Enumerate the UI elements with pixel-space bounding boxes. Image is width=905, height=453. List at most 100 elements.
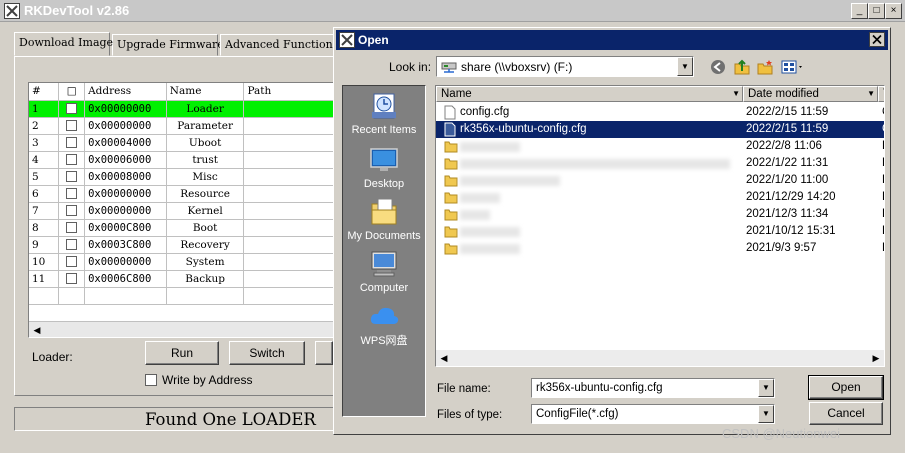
- place-computer[interactable]: Computer: [343, 248, 425, 294]
- write-by-address-checkbox[interactable]: Write by Address: [145, 373, 252, 387]
- row-path[interactable]: [243, 100, 337, 118]
- table-row[interactable]: 5 0x00008000 Misc: [29, 168, 337, 186]
- row-checkbox[interactable]: [66, 103, 78, 114]
- row-checkbox[interactable]: [66, 205, 78, 216]
- col-header-type[interactable]: T: [878, 86, 884, 102]
- chevron-down-icon[interactable]: ▼: [677, 57, 693, 76]
- row-checkbox[interactable]: [66, 239, 78, 250]
- table-row[interactable]: 3 0x00004000 Uboot: [29, 134, 337, 152]
- new-folder-icon[interactable]: [756, 58, 774, 76]
- folder-item[interactable]: 2022/1/22 11:31 F: [436, 155, 884, 172]
- table-row[interactable]: 1 0x00000000 Loader: [29, 100, 337, 118]
- cancel-button[interactable]: Cancel: [809, 402, 883, 425]
- look-in-dropdown[interactable]: share (\\vboxsrv) (F:) ▼: [436, 56, 694, 77]
- row-path[interactable]: [243, 134, 337, 152]
- col-header-path[interactable]: Path: [243, 83, 337, 101]
- row-checkbox[interactable]: [66, 222, 78, 233]
- row-checkbox[interactable]: [66, 273, 78, 284]
- table-row[interactable]: 9 0x0003C800 Recovery: [29, 236, 337, 254]
- col-header-name[interactable]: Name: [166, 83, 245, 101]
- row-address[interactable]: 0x00000000: [84, 185, 167, 203]
- row-path[interactable]: [243, 270, 337, 288]
- row-path[interactable]: [243, 151, 337, 169]
- tab-advanced-function[interactable]: Advanced Function: [220, 34, 336, 56]
- row-address[interactable]: 0x00000000: [84, 202, 167, 220]
- main-titlebar[interactable]: RKDevTool v2.86 _ □ ×: [0, 0, 905, 22]
- partial-hidden-button[interactable]: [315, 341, 333, 365]
- row-checkbox-cell[interactable]: [58, 253, 86, 271]
- file-list[interactable]: Name ▼ Date modified ▼ T config.cfg 2022/…: [435, 85, 885, 367]
- place-recent-items[interactable]: Recent Items: [343, 90, 425, 136]
- folder-item[interactable]: 2021/10/12 15:31 F: [436, 223, 884, 240]
- col-header-date[interactable]: Date modified ▼: [743, 86, 878, 102]
- row-address[interactable]: 0x00004000: [84, 134, 167, 152]
- col-header-check[interactable]: □: [58, 83, 86, 101]
- file-item[interactable]: config.cfg 2022/2/15 11:59 C: [436, 104, 884, 121]
- place-my-documents[interactable]: My Documents: [343, 196, 425, 242]
- table-row[interactable]: 6 0x00000000 Resource: [29, 185, 337, 203]
- file-name-input[interactable]: rk356x-ubuntu-config.cfg ▼: [531, 378, 775, 398]
- switch-button[interactable]: Switch: [229, 341, 305, 365]
- grid-horizontal-scrollbar[interactable]: ◀: [29, 321, 337, 337]
- row-checkbox-cell[interactable]: [58, 151, 86, 169]
- row-checkbox-cell[interactable]: [58, 134, 86, 152]
- table-row[interactable]: 2 0x00000000 Parameter: [29, 117, 337, 135]
- row-checkbox-cell[interactable]: [58, 219, 86, 237]
- row-checkbox-cell[interactable]: [58, 100, 86, 118]
- table-row[interactable]: 11 0x0006C800 Backup: [29, 270, 337, 288]
- row-checkbox-cell[interactable]: [58, 270, 86, 288]
- row-checkbox[interactable]: [66, 171, 78, 182]
- row-path[interactable]: [243, 185, 337, 203]
- row-address[interactable]: 0x0003C800: [84, 236, 167, 254]
- row-address[interactable]: 0x00000000: [84, 253, 167, 271]
- file-list-horizontal-scrollbar[interactable]: ◀ ▶: [436, 350, 884, 366]
- view-menu-icon[interactable]: [781, 58, 805, 76]
- tab-download-image[interactable]: Download Image: [14, 32, 113, 56]
- write-by-address-box[interactable]: [145, 374, 157, 386]
- scroll-right-icon[interactable]: ▶: [870, 352, 882, 364]
- col-header-name[interactable]: Name ▼: [436, 86, 743, 102]
- folder-item[interactable]: 2022/2/8 11:06 F: [436, 138, 884, 155]
- row-path[interactable]: [243, 117, 337, 135]
- row-checkbox-cell[interactable]: [58, 185, 86, 203]
- row-checkbox[interactable]: [66, 188, 78, 199]
- row-checkbox-cell[interactable]: [58, 202, 86, 220]
- folder-item[interactable]: 2021/9/3 9:57 F: [436, 240, 884, 257]
- row-address[interactable]: 0x00000000: [84, 117, 167, 135]
- col-header-address[interactable]: Address: [84, 83, 167, 101]
- row-address[interactable]: 0x0000C800: [84, 219, 167, 237]
- row-address[interactable]: 0x00006000: [84, 151, 167, 169]
- table-row[interactable]: 10 0x00000000 System: [29, 253, 337, 271]
- dialog-titlebar[interactable]: Open: [336, 30, 888, 50]
- row-address[interactable]: 0x0006C800: [84, 270, 167, 288]
- minimize-button[interactable]: _: [851, 3, 868, 19]
- close-icon[interactable]: [869, 32, 885, 47]
- folder-item[interactable]: 2021/12/3 11:34 F: [436, 206, 884, 223]
- place-wps-cloud[interactable]: WPS网盘: [343, 302, 425, 348]
- row-checkbox-cell[interactable]: [58, 168, 86, 186]
- row-checkbox[interactable]: [66, 120, 78, 131]
- col-header-num[interactable]: #: [29, 83, 60, 101]
- tab-upgrade-firmware[interactable]: Upgrade Firmware: [112, 34, 224, 56]
- folder-item[interactable]: 2021/12/29 14:20 F: [436, 189, 884, 206]
- row-checkbox-cell[interactable]: [58, 117, 86, 135]
- folder-item[interactable]: 2022/1/20 11:00 F: [436, 172, 884, 189]
- row-path[interactable]: [243, 219, 337, 237]
- row-path[interactable]: [243, 202, 337, 220]
- partition-grid[interactable]: # □ Address Name Path 1 0x00000000 Loader 2…: [28, 82, 338, 338]
- row-path[interactable]: [243, 168, 337, 186]
- back-icon[interactable]: [709, 58, 727, 76]
- row-checkbox[interactable]: [66, 256, 78, 267]
- row-address[interactable]: 0x00000000: [84, 100, 167, 118]
- chevron-down-icon[interactable]: ▼: [758, 379, 774, 397]
- row-checkbox[interactable]: [66, 137, 78, 148]
- maximize-button[interactable]: □: [868, 3, 885, 19]
- open-button[interactable]: Open: [808, 375, 884, 400]
- table-row[interactable]: 8 0x0000C800 Boot: [29, 219, 337, 237]
- file-type-dropdown[interactable]: ConfigFile(*.cfg) ▼: [531, 404, 775, 424]
- up-folder-icon[interactable]: [733, 58, 751, 76]
- chevron-down-icon[interactable]: ▼: [758, 405, 774, 423]
- row-path[interactable]: [243, 236, 337, 254]
- row-checkbox[interactable]: [66, 154, 78, 165]
- row-checkbox-cell[interactable]: [58, 236, 86, 254]
